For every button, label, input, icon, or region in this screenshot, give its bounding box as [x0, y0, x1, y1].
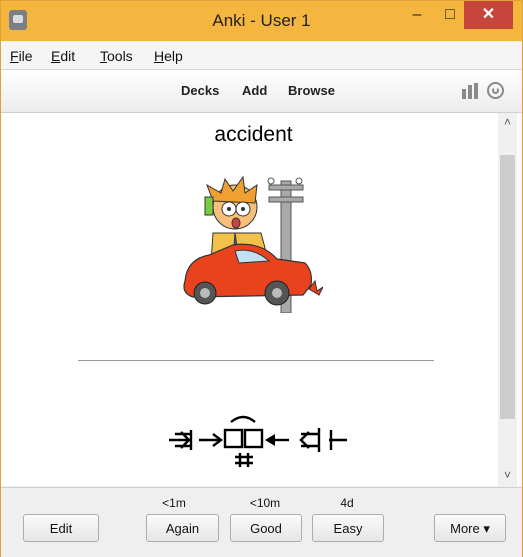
- answer-divider: [78, 360, 434, 361]
- edit-button[interactable]: Edit: [23, 514, 99, 542]
- add-button[interactable]: Add: [242, 83, 267, 98]
- vertical-scrollbar[interactable]: ˄ ˅: [498, 113, 517, 486]
- anki-window: Anki - User 1 – □ ✕ File Edit Tools Help…: [0, 0, 523, 557]
- menu-tools[interactable]: Tools: [100, 48, 133, 64]
- card-front-word: accident: [214, 123, 293, 146]
- sync-icon[interactable]: [487, 82, 504, 99]
- more-button[interactable]: More ▾: [434, 514, 506, 542]
- menu-bar: File Edit Tools Help: [1, 42, 522, 70]
- browse-button[interactable]: Browse: [288, 83, 335, 98]
- stats-icon[interactable]: [461, 83, 481, 99]
- menu-tools-label: ools: [107, 48, 133, 64]
- good-interval: <10m: [249, 496, 281, 510]
- menu-help-label: elp: [164, 48, 183, 64]
- menu-file[interactable]: File: [10, 48, 33, 64]
- menu-edit-mnemonic: E: [51, 48, 61, 64]
- main-toolbar: Decks Add Browse: [1, 70, 522, 113]
- easy-button[interactable]: Easy: [312, 514, 384, 542]
- menu-file-label: ile: [18, 48, 33, 64]
- blissymbol-accident-icon: [169, 415, 347, 467]
- easy-interval: 4d: [340, 496, 354, 510]
- answer-bar: <1m <10m 4d Edit Again Good Easy More ▾: [1, 487, 522, 557]
- menu-help[interactable]: Help: [154, 48, 183, 64]
- accident-illustration: [183, 175, 323, 313]
- menu-file-mnemonic: F: [10, 48, 19, 64]
- card-review-area: accident ˄ ˅: [1, 113, 522, 486]
- again-button[interactable]: Again: [146, 514, 219, 542]
- scroll-down-icon[interactable]: ˅: [498, 468, 517, 484]
- good-button[interactable]: Good: [230, 514, 302, 542]
- again-interval: <1m: [162, 496, 186, 510]
- decks-button[interactable]: Decks: [181, 83, 219, 98]
- menu-edit-label: dit: [60, 48, 76, 64]
- title-bar[interactable]: Anki - User 1 – □ ✕: [1, 1, 522, 41]
- scroll-up-icon[interactable]: ˄: [498, 115, 517, 131]
- close-button[interactable]: ✕: [464, 1, 513, 29]
- menu-help-mnemonic: H: [154, 48, 165, 64]
- menu-tools-mnemonic: T: [100, 48, 107, 64]
- menu-edit[interactable]: Edit: [51, 48, 75, 64]
- scrollbar-thumb[interactable]: [500, 155, 515, 419]
